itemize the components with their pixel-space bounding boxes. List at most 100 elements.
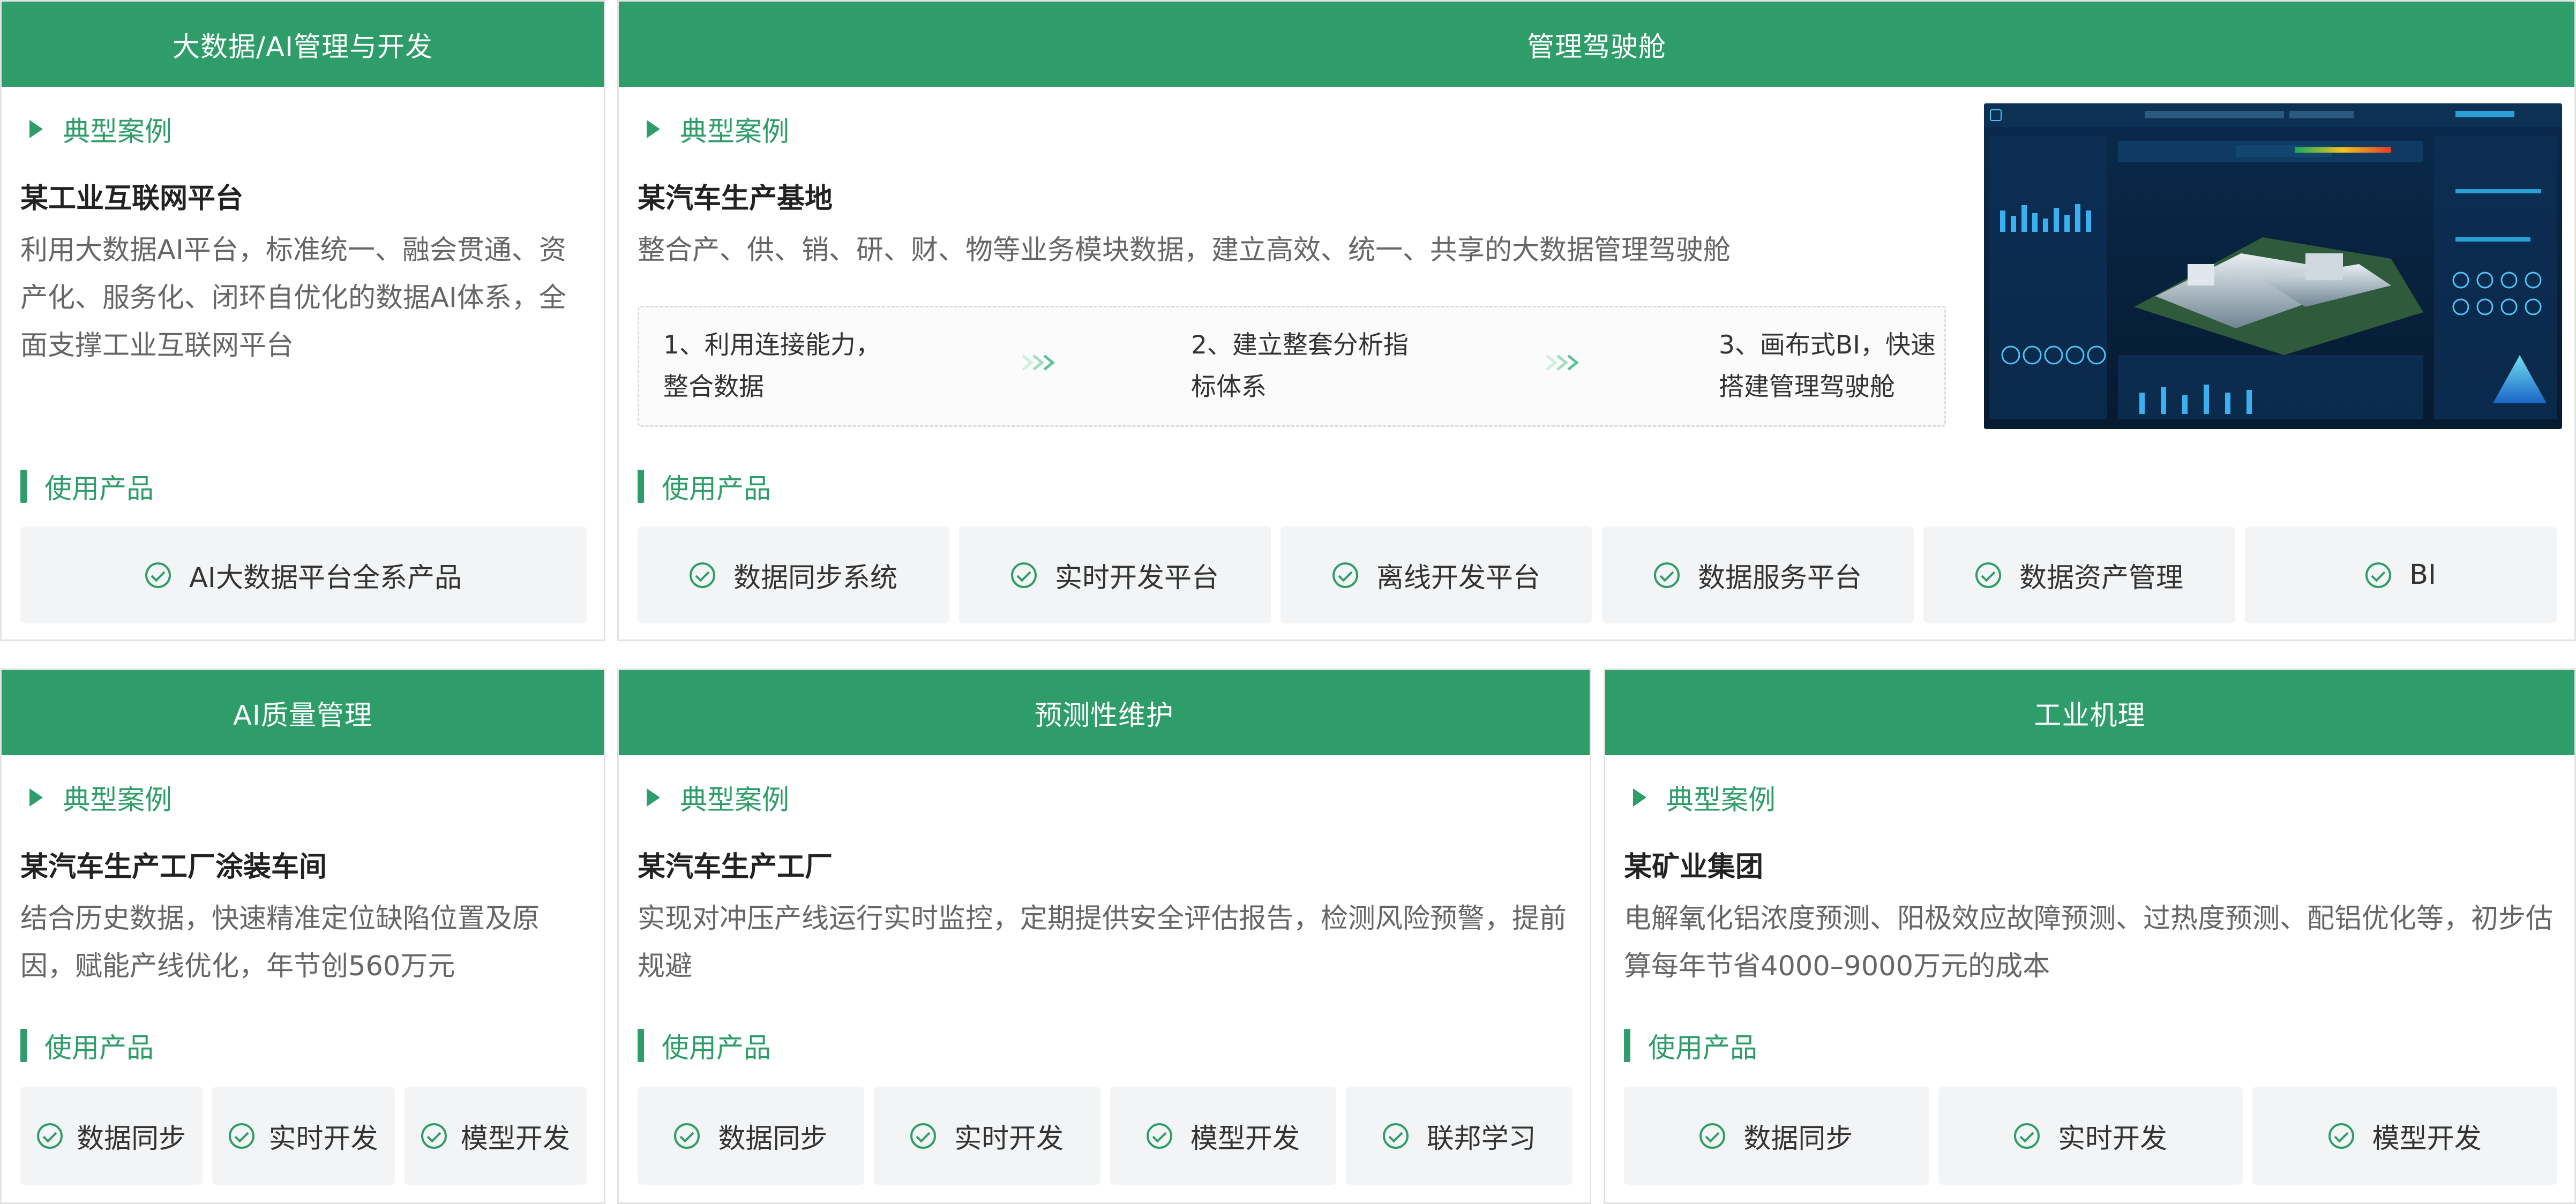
case-label: 典型案例 [29,778,172,817]
case-description: 实现对冲压产线运行实时监控，定期提供安全评估报告，检测风险预警，提前规避 [638,903,1567,982]
case-label-text: 典型案例 [680,116,790,148]
case-label: 典型案例 [29,110,172,148]
check-circle-icon [2014,1123,2040,1149]
products-label: 使用产品 [1624,1026,1757,1065]
product-chip[interactable]: 实时开发 [212,1087,395,1185]
card-header: 工业机理 [1605,670,2574,755]
case-label-text: 典型案例 [63,785,173,816]
check-circle-icon [229,1123,255,1149]
step-3: 3、画布式BI，快速 搭建管理驾驶舱 [1719,330,1936,402]
check-circle-icon [674,1123,700,1149]
product-name: 数据同步系统 [733,562,897,594]
products-label: 使用产品 [638,467,771,506]
check-circle-icon [910,1123,937,1149]
card-header: AI质量管理 [2,670,604,755]
product-chip[interactable]: 实时开发平台 [959,526,1271,623]
case-title: 某汽车生产基地 [638,183,833,215]
triangle-right-icon [29,120,43,138]
product-name: 数据同步 [718,1123,828,1155]
product-name: 模型开发 [2372,1123,2482,1155]
products-label: 使用产品 [20,467,154,506]
product-name: 实时开发 [954,1123,1064,1155]
product-name: 模型开发 [460,1123,570,1155]
check-circle-icon [689,562,715,588]
product-chip[interactable]: 模型开发 [2252,1087,2558,1185]
step-1: 1、利用连接能力， 整合数据 [663,330,881,402]
product-name: 实时开发 [268,1123,378,1155]
products-label-text: 使用产品 [1648,1033,1758,1064]
card-header: 大数据/AI管理与开发 [2,2,604,87]
product-chip[interactable]: 数据服务平台 [1602,526,1914,623]
product-chip[interactable]: 离线开发平台 [1280,526,1592,623]
products-label-text: 使用产品 [662,473,772,505]
products-label: 使用产品 [20,1026,154,1065]
product-chip[interactable]: 数据同步 [638,1087,864,1185]
triangle-right-icon [647,788,660,807]
card-quality: AI质量管理 典型案例 某汽车生产工厂涂装车间 结合历史数据，快速精准定位缺陷位… [0,668,605,1204]
case-label: 典型案例 [1633,778,1776,817]
card-bigdata: 大数据/AI管理与开发 典型案例 某工业互联网平台 利用大数据AI平台，标准统一… [0,0,605,641]
product-list: 数据同步 实时开发 模型开发 [1624,1087,2558,1185]
check-circle-icon [1382,1123,1409,1149]
case-title: 某汽车生产工厂 [638,851,833,883]
case-title: 某汽车生产工厂涂装车间 [20,851,327,883]
case-description: 整合产、供、销、研、财、物等业务模块数据，建立高效、统一、共享的大数据管理驾驶舱 [638,235,1731,266]
step-2: 2、建立整套分析指 标体系 [1191,330,1409,402]
products-label-bar [1624,1029,1630,1062]
product-chip[interactable]: 模型开发 [1110,1087,1337,1185]
products-label-bar [638,1029,644,1062]
products-label-bar [20,470,27,503]
product-name: 实时开发平台 [1054,562,1219,594]
check-circle-icon [1146,1123,1172,1149]
product-name: 模型开发 [1190,1123,1300,1155]
steps-box: 1、利用连接能力， 整合数据 2、建立整套分析指 标体系 3、画布式BI，快速 … [638,306,1946,427]
check-circle-icon [1332,562,1358,588]
product-chip[interactable]: 实时开发 [1938,1087,2243,1185]
card-header: 管理驾驶舱 [619,2,2574,87]
product-list: 数据同步 实时开发 模型开发 联邦学习 [638,1087,1572,1185]
dashboard-illustration [1984,103,2562,429]
product-name: 数据同步 [1743,1123,1853,1155]
check-circle-icon [421,1123,447,1149]
product-list: 数据同步 实时开发 模型开发 [20,1087,587,1185]
product-name: BI [2409,559,2437,591]
case-label: 典型案例 [647,778,789,817]
triangle-right-icon [29,788,43,807]
double-chevron-right-icon [1546,355,1579,371]
case-label-text: 典型案例 [680,785,790,816]
cockpit-dashboard-image [1984,103,2562,429]
products-label-text: 使用产品 [44,473,154,505]
card-mechanism: 工业机理 典型案例 某矿业集团 电解氧化铝浓度预测、阳极效应故障预测、过热度预测… [1604,668,2576,1204]
check-circle-icon [2328,1123,2354,1149]
product-chip[interactable]: 数据同步系统 [638,526,949,623]
case-label: 典型案例 [647,110,789,148]
product-chip[interactable]: 数据资产管理 [1923,526,2235,623]
case-description: 电解氧化铝浓度预测、阳极效应故障预测、过热度预测、配铝优化等，初步估算每年节省4… [1624,903,2553,982]
product-chip[interactable]: 模型开发 [404,1087,587,1185]
product-chip[interactable]: 数据同步 [1624,1087,1929,1185]
case-label-text: 典型案例 [1666,785,1776,816]
triangle-right-icon [1633,788,1646,807]
card-header: 预测性维护 [619,670,1590,755]
product-name: 数据同步 [77,1123,186,1155]
product-chip[interactable]: 数据同步 [20,1087,203,1185]
product-chip[interactable]: 联邦学习 [1346,1087,1572,1185]
product-chip[interactable]: AI大数据平台全系产品 [20,526,587,623]
product-chip[interactable]: BI [2245,526,2557,623]
triangle-right-icon [647,120,660,138]
product-name: 离线开发平台 [1376,562,1540,594]
case-title: 某矿业集团 [1624,851,1764,883]
double-chevron-right-icon [1022,355,1055,371]
products-label-bar [20,1029,27,1062]
check-circle-icon [1699,1123,1726,1149]
check-circle-icon [2365,562,2391,588]
product-name: 数据服务平台 [1697,562,1862,594]
products-label-bar [638,470,644,503]
check-circle-icon [1653,562,1680,588]
products-label-text: 使用产品 [44,1033,154,1064]
product-name: 数据资产管理 [2019,562,2183,594]
product-name: 实时开发 [2058,1123,2168,1155]
product-chip[interactable]: 实时开发 [873,1087,1100,1185]
products-label: 使用产品 [638,1026,771,1065]
check-circle-icon [1010,562,1037,588]
